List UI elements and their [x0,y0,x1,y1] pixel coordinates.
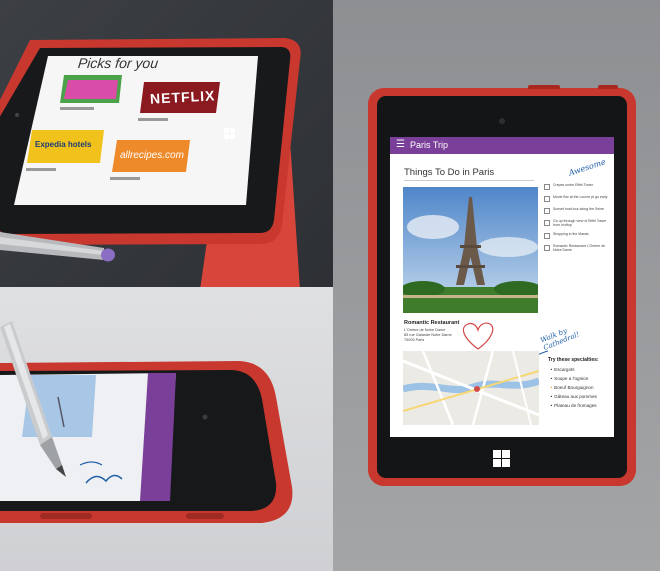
page-title: Things To Do in Paris [404,167,495,178]
checklist-item[interactable]: Go up through view of Eiffel Tower from … [544,219,614,227]
pen-closeup-illustration [0,321,293,523]
specialty-item: • Boeuf Bourguignon [550,385,594,391]
specialty-item: • Plateau de fromages [550,403,597,409]
notebook-title: Paris Trip [410,140,449,150]
expedia-logo-text: Expedia hotels [35,140,92,149]
tile-caption [138,118,168,121]
power-button [598,85,618,89]
tile-caption [110,177,140,180]
camera-icon [499,118,505,124]
specialties-title: Try these specialties: [548,357,599,363]
onenote-tablet-panel: ☰ Paris Trip Things To Do in Paris Crepe… [333,0,660,571]
tile-caption [26,168,56,171]
checkbox-icon[interactable] [544,245,550,251]
checklist-item[interactable]: Crepes under Eiffel Tower [544,183,614,190]
tile-caption [60,107,94,110]
checkbox-icon[interactable] [544,196,550,202]
netflix-logo-text: NETFLIX [149,87,216,107]
sensor-icon [202,414,208,420]
checkbox-icon[interactable] [544,220,550,226]
specialty-item: • Escargots [550,367,575,373]
checklist: Crepes under Eiffel Tower Movie Bar at t… [544,183,614,257]
camera-icon [15,113,19,117]
onenote-header: ☰ Paris Trip [390,137,614,154]
hamburger-menu-icon[interactable]: ☰ [396,139,405,150]
paris-map[interactable] [403,351,539,425]
power-button [186,513,224,519]
checklist-item[interactable]: Sunset boat tour along the Seine [544,207,614,214]
store-heading: Picks for you [77,55,159,71]
restaurant-line: 75005 Paris [404,338,425,342]
windows-logo-icon[interactable] [493,450,510,467]
restaurant-line: 85 rue Galande Notre Dame [404,333,452,337]
onenote-screen: ☰ Paris Trip Things To Do in Paris Crepe… [390,137,614,437]
checklist-item[interactable]: Shopping in the Marais [544,232,614,239]
restaurant-title: Romantic Restaurant [404,320,460,326]
specialty-item: • Soupe a l'ognion [550,376,589,382]
title-underline [404,180,534,181]
specialty-item: • Gâteau aux pommes [550,394,597,400]
checklist-item[interactable]: Movie Bar at the Louvre pt go early [544,195,614,202]
kickstand-tablet-panel: Picks for you NETFLIX Expedia hotels all… [0,0,333,287]
checkbox-icon[interactable] [544,208,550,214]
ink-awesome: Awesome [567,157,607,178]
volume-button [528,85,560,89]
volume-button [40,513,92,519]
checkbox-icon[interactable] [544,233,550,239]
pen-closeup-panel [0,287,333,571]
allrecipes-logo-text: allrecipes.com [120,150,184,161]
checkbox-icon[interactable] [544,184,550,190]
eiffel-tower-photo [403,187,538,313]
store-tile-game-art [64,80,118,99]
restaurant-line: L'Ombre de Notre Dame [404,328,446,332]
checklist-item[interactable]: Romantic Restaurant L'Ombre de Notre Dam… [544,244,614,252]
